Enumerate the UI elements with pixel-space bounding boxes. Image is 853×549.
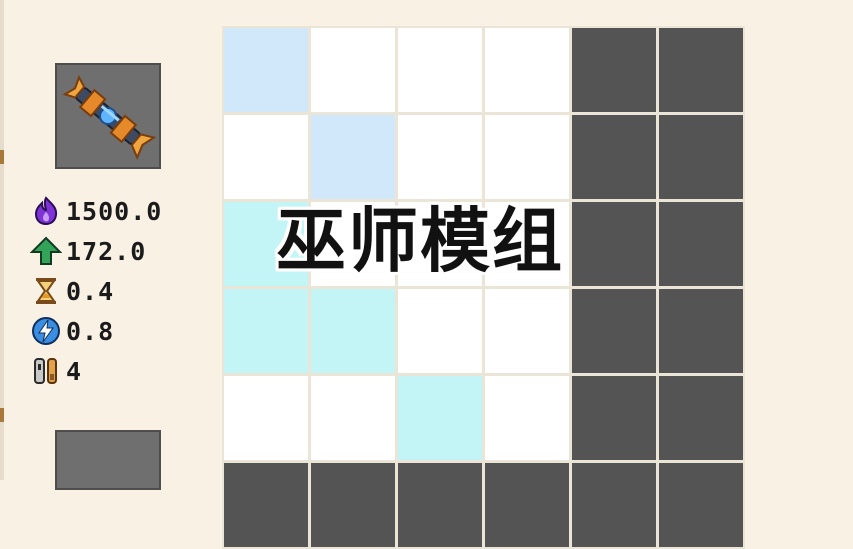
left-edge-strip	[0, 0, 4, 480]
stat-value: 4	[66, 356, 83, 386]
grid-cell[interactable]	[398, 28, 482, 112]
grid-cell[interactable]	[398, 289, 482, 373]
grid-cell[interactable]	[311, 376, 395, 460]
stat-recharge: 0.8	[30, 316, 114, 346]
locked-grid-cell	[659, 376, 743, 460]
locked-grid-cell	[659, 463, 743, 547]
lightning-icon	[32, 317, 60, 345]
stat-speed: 172.0	[30, 236, 146, 266]
grid-cell[interactable]	[398, 115, 482, 199]
grid-cell[interactable]	[224, 376, 308, 460]
green-up-arrow-icon	[30, 236, 62, 265]
grid-cell[interactable]	[485, 115, 569, 199]
locked-grid-cell	[572, 28, 656, 112]
locked-grid-cell	[659, 115, 743, 199]
grid-cell[interactable]	[311, 289, 395, 373]
stat-value: 0.4	[66, 276, 115, 306]
locked-grid-cell	[311, 463, 395, 547]
grid-cell[interactable]	[311, 28, 395, 112]
empty-slot[interactable]	[55, 430, 161, 490]
stat-value: 0.8	[66, 316, 115, 346]
grid-cell[interactable]	[311, 115, 395, 199]
locked-grid-cell	[572, 289, 656, 373]
grid-cell[interactable]	[485, 28, 569, 112]
stat-capacity: 4	[30, 356, 82, 386]
locked-grid-cell	[659, 28, 743, 112]
locked-grid-cell	[572, 463, 656, 547]
hourglass-icon	[36, 278, 56, 304]
locked-grid-cell	[659, 289, 743, 373]
stat-value: 1500.0	[66, 196, 163, 226]
grid-cell[interactable]	[224, 289, 308, 373]
wizard-staff-icon	[62, 74, 157, 160]
grid-cell[interactable]	[485, 289, 569, 373]
locked-grid-cell	[659, 202, 743, 286]
wrench-icon	[34, 358, 57, 384]
edge-mark	[0, 408, 4, 422]
grid-cell[interactable]	[398, 376, 482, 460]
grid-cell[interactable]	[224, 115, 308, 199]
edge-mark	[0, 150, 4, 164]
mod-grid	[222, 26, 745, 549]
stat-damage: 1500.0	[30, 196, 162, 226]
locked-grid-cell	[572, 376, 656, 460]
weapon-slot[interactable]	[55, 63, 161, 169]
stat-value: 172.0	[66, 236, 147, 266]
locked-grid-cell	[485, 463, 569, 547]
locked-grid-cell	[224, 463, 308, 547]
locked-grid-cell	[572, 202, 656, 286]
purple-flame-icon	[34, 196, 58, 226]
grid-cell[interactable]	[224, 28, 308, 112]
stat-cast-delay: 0.4	[30, 276, 114, 306]
grid-cell[interactable]	[485, 376, 569, 460]
locked-grid-cell	[398, 463, 482, 547]
page-title: 巫师模组	[276, 200, 564, 282]
locked-grid-cell	[572, 115, 656, 199]
